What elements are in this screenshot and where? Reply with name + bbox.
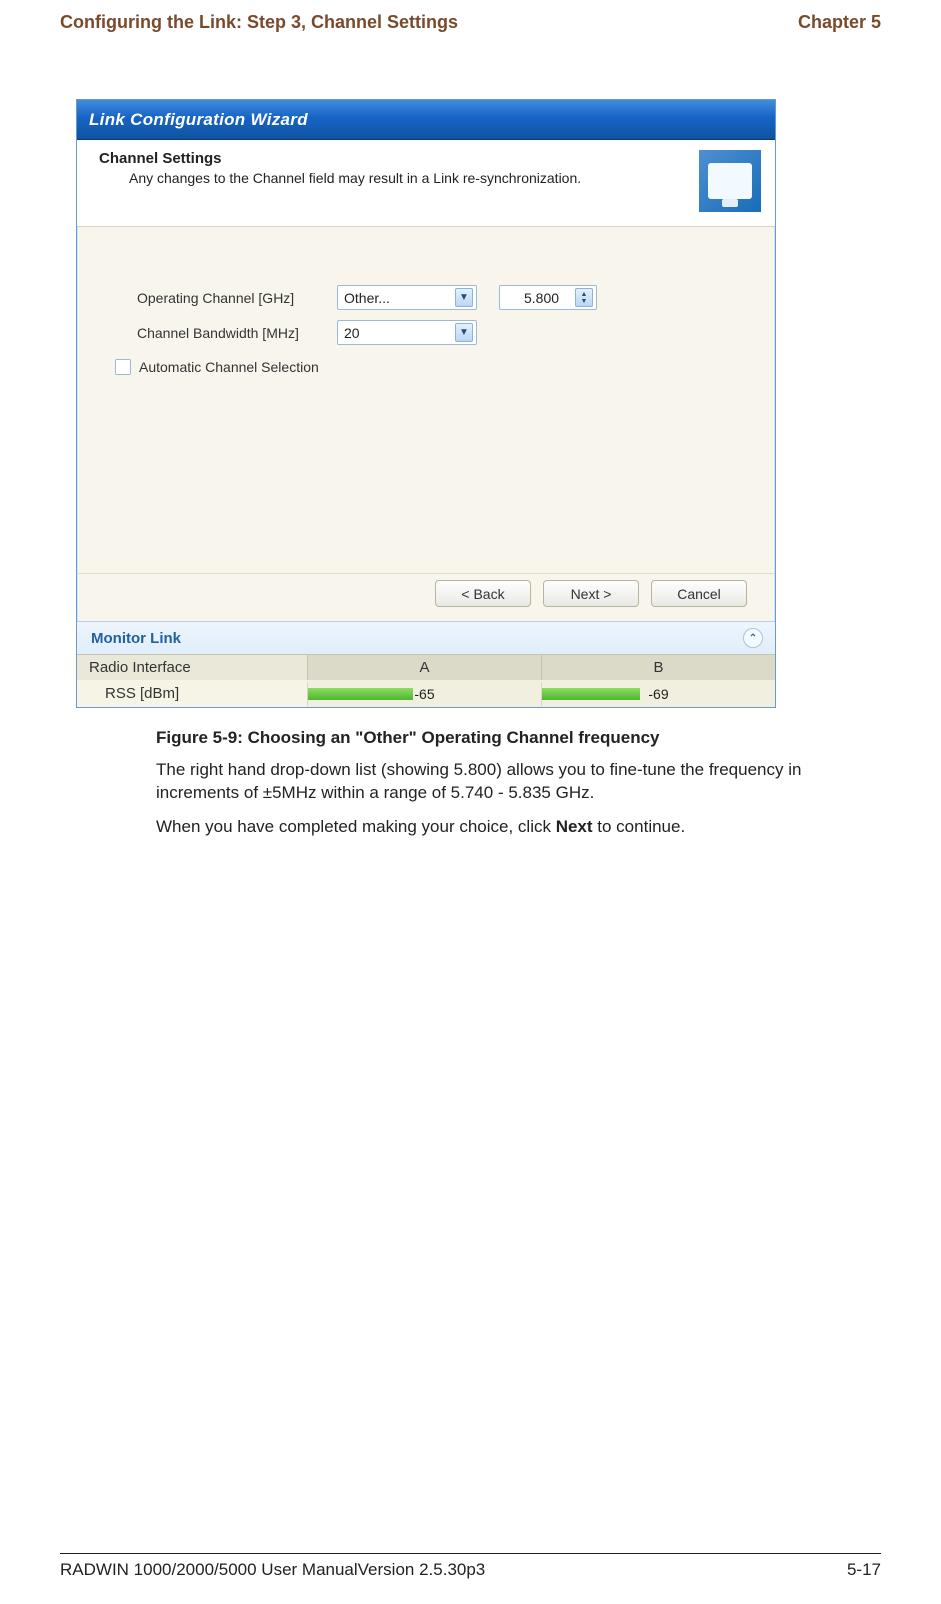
bandwidth-select[interactable]: 20 ▼ xyxy=(337,320,477,345)
wizard-section-desc: Any changes to the Channel field may res… xyxy=(129,170,689,186)
signal-bar-icon xyxy=(308,688,413,700)
figure-caption: Figure 5-9: Choosing an "Other" Operatin… xyxy=(156,728,816,838)
caption-paragraph-2: When you have completed making your choi… xyxy=(156,815,816,838)
page-header: Configuring the Link: Step 3, Channel Se… xyxy=(0,0,941,39)
header-left: Configuring the Link: Step 3, Channel Se… xyxy=(60,12,458,33)
footer-left: RADWIN 1000/2000/5000 User ManualVersion… xyxy=(60,1560,485,1580)
form-area: Operating Channel [GHz] Other... ▼ 5.800… xyxy=(77,227,775,573)
header-right: Chapter 5 xyxy=(798,12,881,33)
monitor-link-panel-header[interactable]: Monitor Link ⌃ xyxy=(77,621,775,654)
caption-p2-bold: Next xyxy=(556,817,593,836)
monitor-link-title: Monitor Link xyxy=(91,630,181,647)
chevron-down-icon: ▼ xyxy=(455,288,473,307)
rss-label: RSS [dBm] xyxy=(77,680,307,707)
caption-paragraph-1: The right hand drop-down list (showing 5… xyxy=(156,758,816,805)
rss-a-value: -65 xyxy=(414,686,434,702)
wizard-section-title: Channel Settings xyxy=(99,150,689,167)
cancel-button[interactable]: Cancel xyxy=(651,580,747,607)
frequency-spinner[interactable]: 5.800 ▲▼ xyxy=(499,285,597,310)
page-footer: RADWIN 1000/2000/5000 User ManualVersion… xyxy=(60,1553,881,1580)
acs-label: Automatic Channel Selection xyxy=(139,359,319,375)
spinner-buttons-icon[interactable]: ▲▼ xyxy=(575,288,593,307)
frequency-value: 5.800 xyxy=(524,290,559,306)
wizard-icon xyxy=(699,150,761,212)
operating-channel-select[interactable]: Other... ▼ xyxy=(337,285,477,310)
operating-channel-label: Operating Channel [GHz] xyxy=(137,290,337,306)
window-title: Link Configuration Wizard xyxy=(89,110,308,130)
chevron-down-icon: ▼ xyxy=(455,323,473,342)
footer-right: 5-17 xyxy=(847,1560,881,1580)
acs-checkbox[interactable] xyxy=(115,359,131,375)
acs-checkbox-row[interactable]: Automatic Channel Selection xyxy=(115,359,749,375)
collapse-icon[interactable]: ⌃ xyxy=(743,628,763,648)
rss-b-value: -69 xyxy=(648,686,668,702)
col-b-header: B xyxy=(541,655,775,680)
radio-interface-label: Radio Interface xyxy=(77,655,307,680)
signal-bar-icon xyxy=(542,688,640,700)
wizard-button-row: < Back Next > Cancel xyxy=(77,573,775,621)
bandwidth-value: 20 xyxy=(344,325,360,341)
wizard-header: Channel Settings Any changes to the Chan… xyxy=(77,140,775,227)
radio-interface-table: Radio Interface A B RSS [dBm] -65 -69 xyxy=(77,654,775,707)
rss-a-cell: -65 xyxy=(307,682,541,706)
window-titlebar: Link Configuration Wizard xyxy=(77,100,775,140)
figure-title: Figure 5-9: Choosing an "Other" Operatin… xyxy=(156,728,816,748)
col-a-header: A xyxy=(307,655,541,680)
monitor-icon xyxy=(708,163,752,199)
back-button[interactable]: < Back xyxy=(435,580,531,607)
wizard-window: Link Configuration Wizard Channel Settin… xyxy=(76,99,776,708)
rss-b-cell: -69 xyxy=(541,682,775,706)
caption-p2-pre: When you have completed making your choi… xyxy=(156,817,556,836)
next-button[interactable]: Next > xyxy=(543,580,639,607)
caption-p2-post: to continue. xyxy=(593,817,686,836)
bandwidth-label: Channel Bandwidth [MHz] xyxy=(137,325,337,341)
operating-channel-value: Other... xyxy=(344,290,390,306)
